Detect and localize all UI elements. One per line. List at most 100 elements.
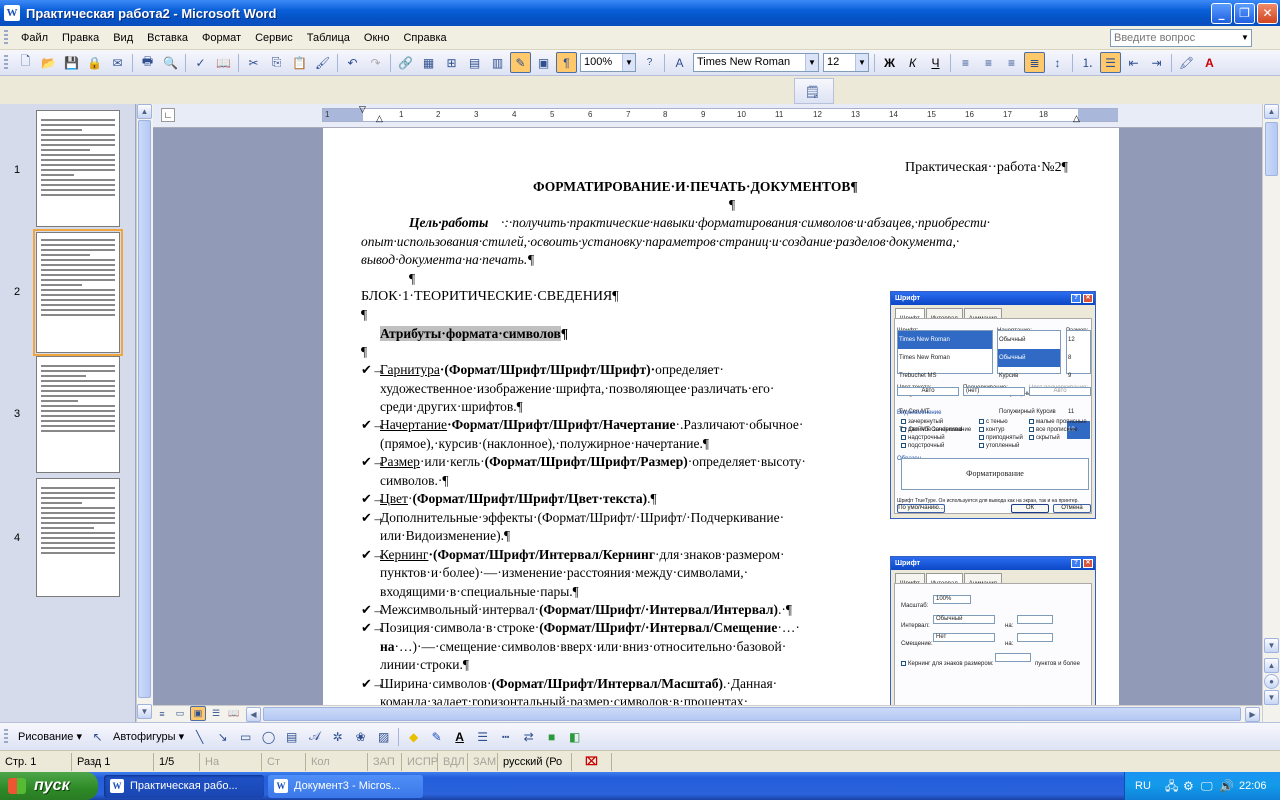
thumbnail-page-2[interactable] xyxy=(33,229,123,356)
clipart-icon[interactable]: ❀ xyxy=(350,726,371,747)
toolbar-grip[interactable] xyxy=(4,728,8,745)
arrow-style-icon[interactable]: ⇄ xyxy=(518,726,539,747)
antivirus-icon[interactable]: ⚙ xyxy=(1183,772,1194,800)
undo-icon[interactable]: ↶ xyxy=(342,52,363,73)
scroll-thumb[interactable] xyxy=(1265,122,1278,176)
oval-icon[interactable]: ◯ xyxy=(258,726,279,747)
scroll-thumb[interactable] xyxy=(138,120,151,698)
align-center-icon[interactable]: ≡ xyxy=(978,52,999,73)
scroll-down-icon[interactable]: ▼ xyxy=(1264,638,1279,653)
picture-icon[interactable]: ▨ xyxy=(373,726,394,747)
menu-table[interactable]: Таблица xyxy=(300,28,357,48)
normal-view-icon[interactable]: ≡ xyxy=(154,706,170,721)
menu-window[interactable]: Окно xyxy=(357,28,397,48)
close-button[interactable]: ✕ xyxy=(1257,3,1278,24)
print-icon[interactable]: 🖶 xyxy=(137,52,158,73)
columns-icon[interactable]: ▥ xyxy=(487,52,508,73)
redo-icon[interactable]: ↷ xyxy=(365,52,386,73)
arrow-icon[interactable]: ↘ xyxy=(212,726,233,747)
zoom-combo[interactable]: 100% ▼ xyxy=(580,53,636,72)
open-folder-icon[interactable]: 📂 xyxy=(38,52,59,73)
chevron-down-icon[interactable]: ▼ xyxy=(855,54,868,71)
prev-page-icon[interactable]: ▲ xyxy=(1264,658,1279,673)
volume-icon[interactable]: 🔊 xyxy=(1219,772,1234,800)
scroll-down-icon[interactable]: ▼ xyxy=(137,704,152,719)
horizontal-scrollbar[interactable]: ◀ ▶ xyxy=(153,705,1262,722)
menu-help[interactable]: Справка xyxy=(396,28,453,48)
track-changes-icon[interactable]: 🗒 xyxy=(802,81,823,102)
document-map-icon[interactable]: ▣ xyxy=(533,52,554,73)
tables-borders-icon[interactable]: ▦ xyxy=(418,52,439,73)
rectangle-icon[interactable]: ▭ xyxy=(235,726,256,747)
paste-icon[interactable]: 📋 xyxy=(289,52,310,73)
italic-icon[interactable]: К xyxy=(902,52,923,73)
outline-view-icon[interactable]: ☰ xyxy=(208,706,224,721)
network-icon[interactable]: 🖧 xyxy=(1165,772,1178,800)
spelling-status-icon[interactable]: ⌧ xyxy=(572,752,612,771)
fill-color-icon[interactable]: ◆ xyxy=(403,726,424,747)
font-color-icon[interactable]: A xyxy=(1199,52,1220,73)
wordart-icon[interactable]: 𝒜 xyxy=(304,726,325,747)
highlight-icon[interactable]: 🖍 xyxy=(1176,52,1197,73)
spelling-icon[interactable]: ✓ xyxy=(190,52,211,73)
menu-format[interactable]: Формат xyxy=(195,28,248,48)
ask-question-input[interactable]: Введите вопрос ▼ xyxy=(1110,29,1252,47)
help-icon[interactable]: ? xyxy=(639,52,660,73)
permission-icon[interactable]: 🔒 xyxy=(84,52,105,73)
select-objects-icon[interactable]: ↖ xyxy=(87,726,108,747)
chevron-down-icon[interactable]: ▼ xyxy=(622,54,635,71)
bullets-icon[interactable]: ☰ xyxy=(1100,52,1121,73)
align-right-icon[interactable]: ≡ xyxy=(1001,52,1022,73)
scroll-right-icon[interactable]: ▶ xyxy=(1245,707,1260,722)
increase-indent-icon[interactable]: ⇥ xyxy=(1146,52,1167,73)
menu-file[interactable]: Файл xyxy=(14,28,55,48)
underline-icon[interactable]: Ч xyxy=(925,52,946,73)
scroll-up-icon[interactable]: ▲ xyxy=(1264,104,1279,119)
decrease-indent-icon[interactable]: ⇤ xyxy=(1123,52,1144,73)
clock[interactable]: 22:06 xyxy=(1239,772,1267,800)
line-spacing-icon[interactable]: ↕ xyxy=(1047,52,1068,73)
insert-table-icon[interactable]: ⊞ xyxy=(441,52,462,73)
justify-icon[interactable]: ≣ xyxy=(1024,52,1045,73)
scroll-left-icon[interactable]: ◀ xyxy=(246,707,261,722)
styles-icon[interactable]: A xyxy=(669,52,690,73)
horizontal-ruler[interactable]: ▽ △ △ 1 1 2 3 4 5 6 7 8 9 10 11 12 13 14… xyxy=(322,104,1118,123)
research-icon[interactable]: 📖 xyxy=(213,52,234,73)
taskbar-item-active[interactable]: W Практическая рабо... xyxy=(104,775,264,798)
status-ovr[interactable]: ЗАМ xyxy=(468,752,498,771)
print-layout-icon[interactable]: ▣ xyxy=(190,706,206,721)
show-hide-icon[interactable]: ¶ xyxy=(556,52,577,73)
print-preview-icon[interactable]: 🔍 xyxy=(160,52,181,73)
menu-view[interactable]: Вид xyxy=(106,28,140,48)
document-page[interactable]: Практическая··работа·№2¶ ФОРМАТИРОВАНИЕ·… xyxy=(323,128,1119,705)
reading-view-icon[interactable]: 📖 xyxy=(226,706,242,721)
status-ext[interactable]: ВДЛ xyxy=(438,752,468,771)
cut-icon[interactable]: ✂ xyxy=(243,52,264,73)
next-page-icon[interactable]: ▼ xyxy=(1264,690,1279,705)
chevron-down-icon[interactable]: ▼ xyxy=(805,54,818,71)
format-painter-icon[interactable]: 🖌 xyxy=(312,52,333,73)
menu-edit[interactable]: Правка xyxy=(55,28,106,48)
font-size-combo[interactable]: 12 ▼ xyxy=(823,53,869,72)
language-indicator[interactable]: RU xyxy=(1135,772,1151,800)
toolbar-grip[interactable] xyxy=(4,54,8,71)
thumbnail-page-1[interactable] xyxy=(36,110,120,227)
textbox-icon[interactable]: ▤ xyxy=(281,726,302,747)
monitor-icon[interactable]: 🖵 xyxy=(1201,772,1213,800)
insert-excel-icon[interactable]: ▤ xyxy=(464,52,485,73)
status-trk[interactable]: ИСПР xyxy=(402,752,438,771)
word-app-icon[interactable]: W xyxy=(4,5,20,21)
align-left-icon[interactable]: ≡ xyxy=(955,52,976,73)
drawing-icon[interactable]: ✎ xyxy=(510,52,531,73)
3d-icon[interactable]: ◧ xyxy=(564,726,585,747)
minimize-button[interactable]: _ xyxy=(1211,3,1232,24)
menu-tools[interactable]: Сервис xyxy=(248,28,300,48)
start-button[interactable]: пуск xyxy=(0,772,98,800)
email-icon[interactable]: ✉ xyxy=(107,52,128,73)
status-language[interactable]: русский (Ро xyxy=(498,752,572,771)
menubar-grip[interactable] xyxy=(4,29,8,46)
menu-insert[interactable]: Вставка xyxy=(140,28,195,48)
draw-menu-button[interactable]: Рисование ▾ xyxy=(14,730,86,743)
tab-selector-icon[interactable]: ∟ xyxy=(161,108,175,122)
autoshapes-button[interactable]: Автофигуры ▾ xyxy=(109,730,188,743)
